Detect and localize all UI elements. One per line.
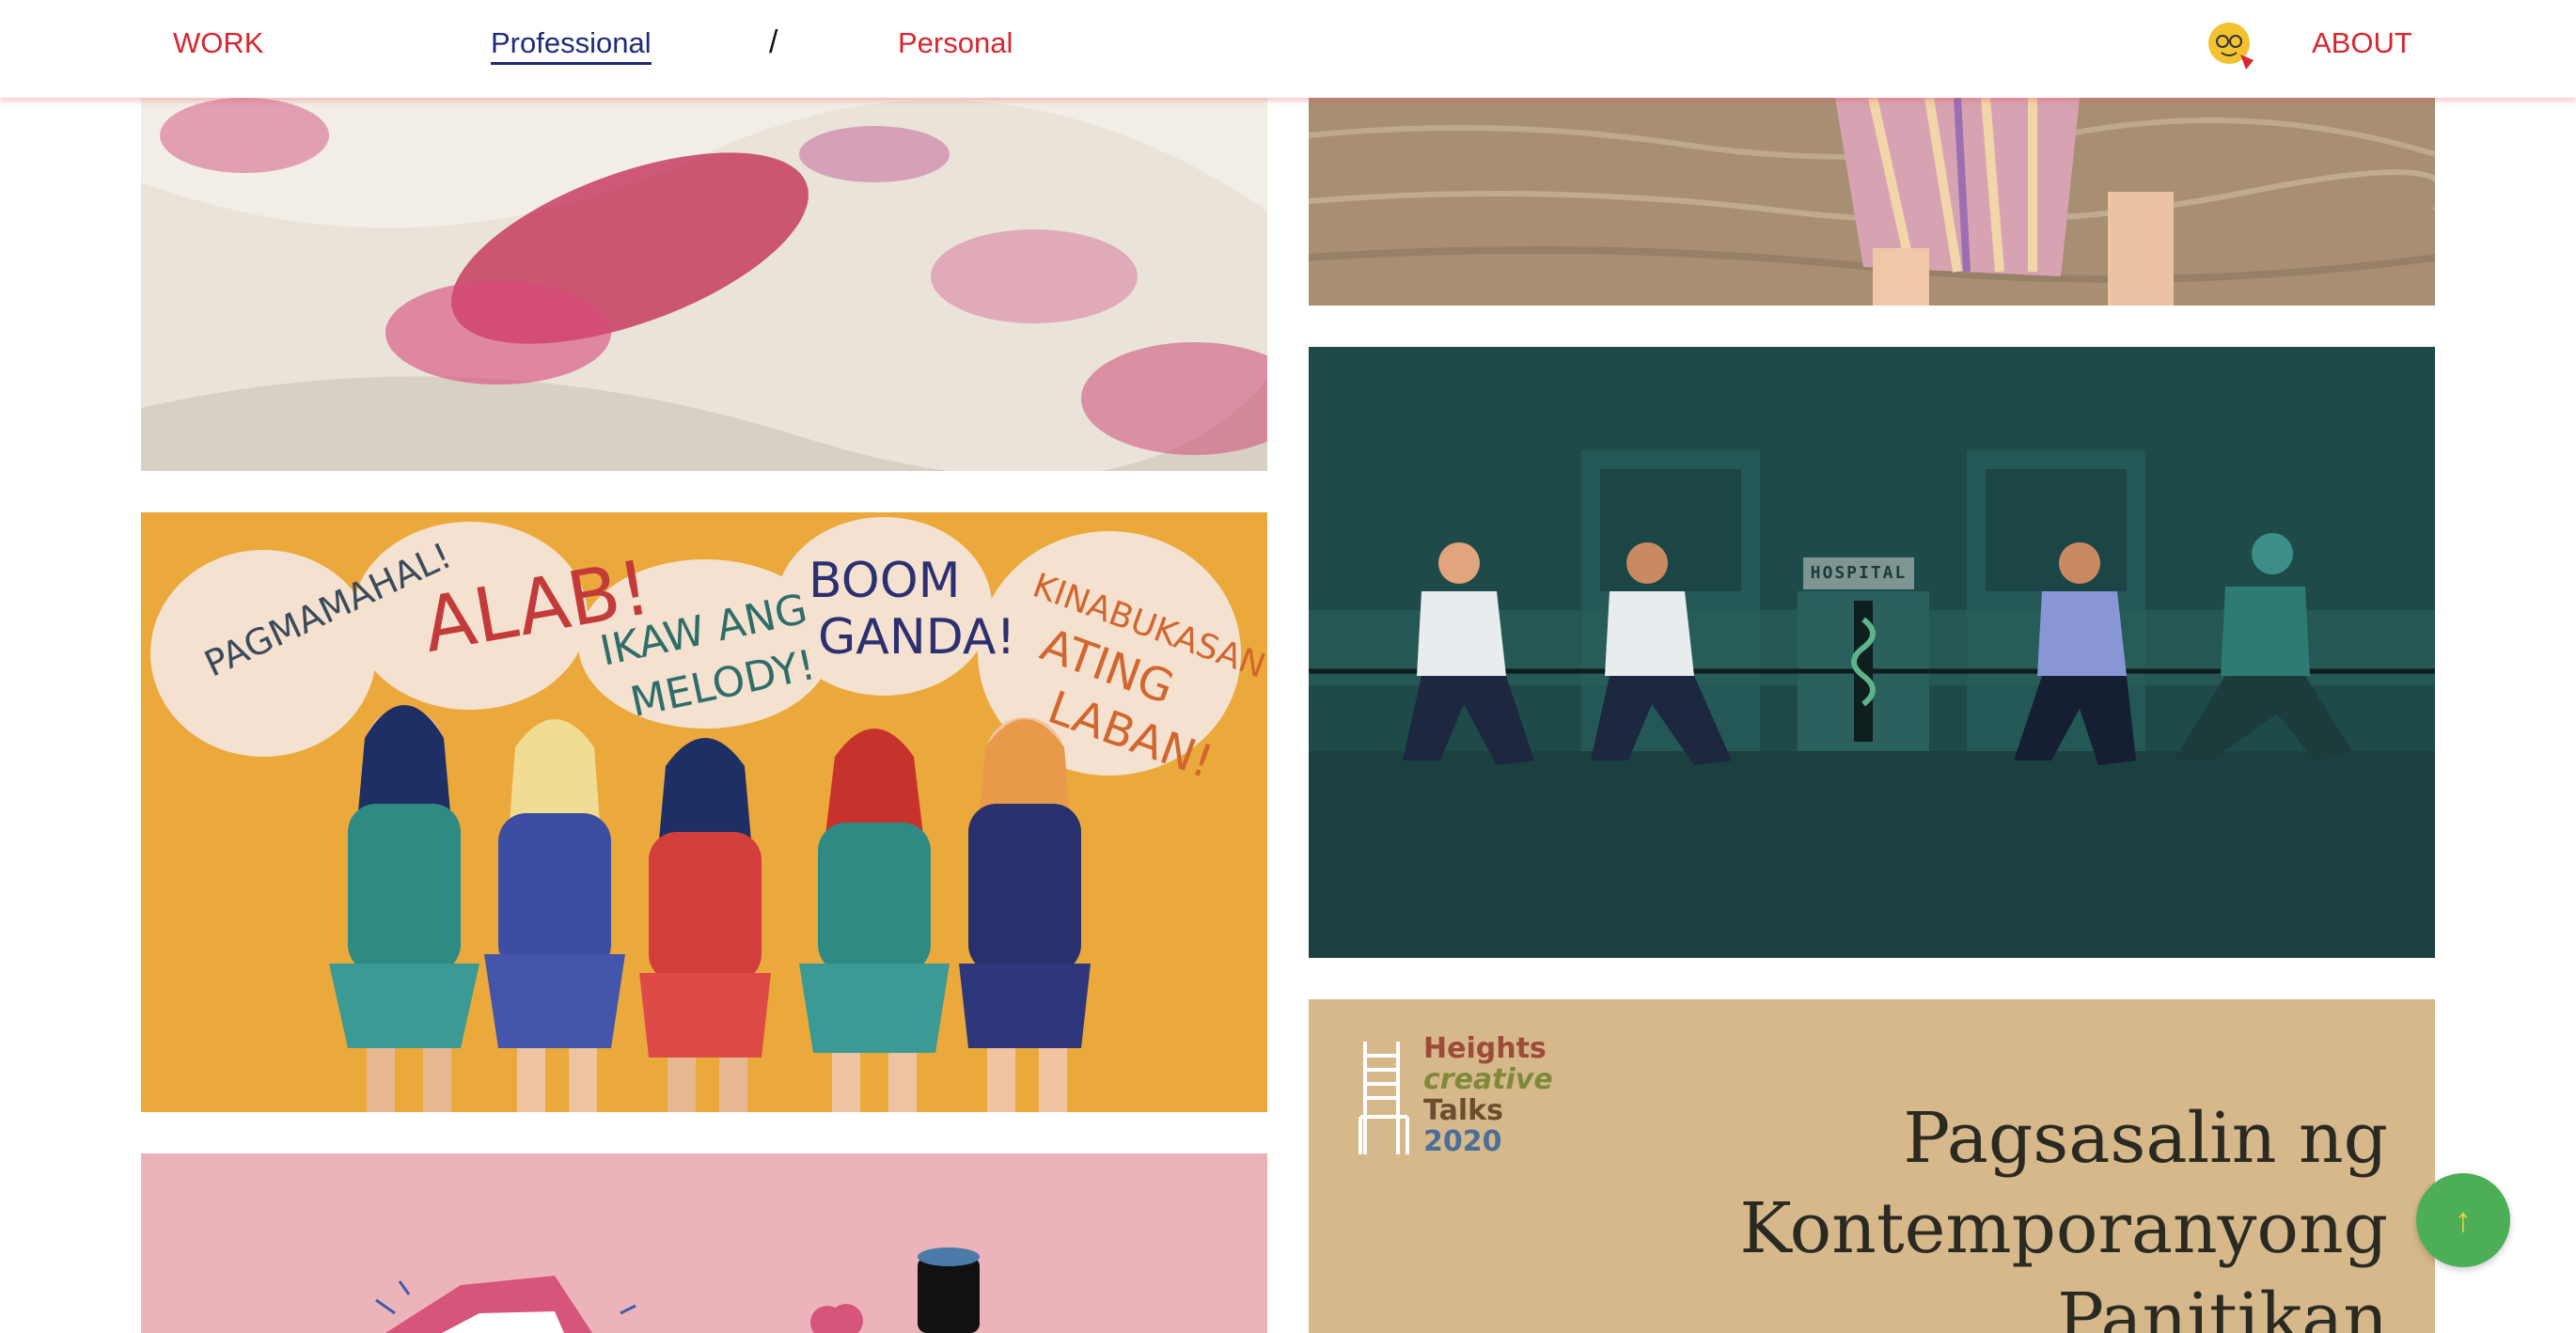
pink-illustration xyxy=(141,1153,1267,1333)
fabric-image xyxy=(141,98,1267,471)
nav-work-link[interactable]: WORK xyxy=(173,26,263,60)
svg-text:BOOM: BOOM xyxy=(809,553,960,609)
girl-group-illustration: PAGMAMAHAL! ALAB! IKAW ANG MELODY! BOOM … xyxy=(141,512,1267,1112)
arrow-up-icon: ↑ xyxy=(2455,1200,2472,1239)
project-tile-girl-group[interactable]: PAGMAMAHAL! ALAB! IKAW ANG MELODY! BOOM … xyxy=(141,512,1267,1112)
project-tile-hospital[interactable]: HOSPITAL xyxy=(1309,347,2435,958)
cartoon-avatar-icon[interactable] xyxy=(2203,17,2259,73)
heights-creative-talks-logo: Heights creative Talks 2020 xyxy=(1423,1033,1553,1157)
nav-separator: / xyxy=(769,24,778,60)
hospital-sign: HOSPITAL xyxy=(1803,557,1914,589)
logo-line-4: 2020 xyxy=(1423,1125,1502,1158)
chair-icon xyxy=(1359,1042,1409,1154)
project-tile-fabric[interactable] xyxy=(141,98,1267,471)
nav-personal-link[interactable]: Personal xyxy=(898,26,1013,60)
top-navigation-bar: WORK Professional / Personal ABOUT xyxy=(0,0,2576,98)
logo-line-2: creative xyxy=(1423,1063,1553,1096)
project-tile-creative-talks[interactable]: Heights creative Talks 2020 Pagsasalin n… xyxy=(1309,999,2435,1333)
logo-line-3: Talks xyxy=(1423,1094,1503,1127)
hospital-tug-of-war-illustration xyxy=(1309,347,2435,958)
logo-line-1: Heights xyxy=(1423,1032,1547,1065)
project-tile-feet[interactable] xyxy=(1309,98,2435,306)
feet-water-image xyxy=(1309,98,2435,306)
nav-about-link[interactable]: ABOUT xyxy=(2312,26,2412,60)
talk-title: Pagsasalin ng Kontemporanyong Panitikan xyxy=(1739,1098,2388,1333)
project-tile-pink[interactable] xyxy=(141,1153,1267,1333)
scroll-to-top-button[interactable]: ↑ xyxy=(2416,1173,2510,1267)
nav-professional-link[interactable]: Professional xyxy=(491,26,652,65)
svg-text:GANDA!: GANDA! xyxy=(818,609,1015,666)
